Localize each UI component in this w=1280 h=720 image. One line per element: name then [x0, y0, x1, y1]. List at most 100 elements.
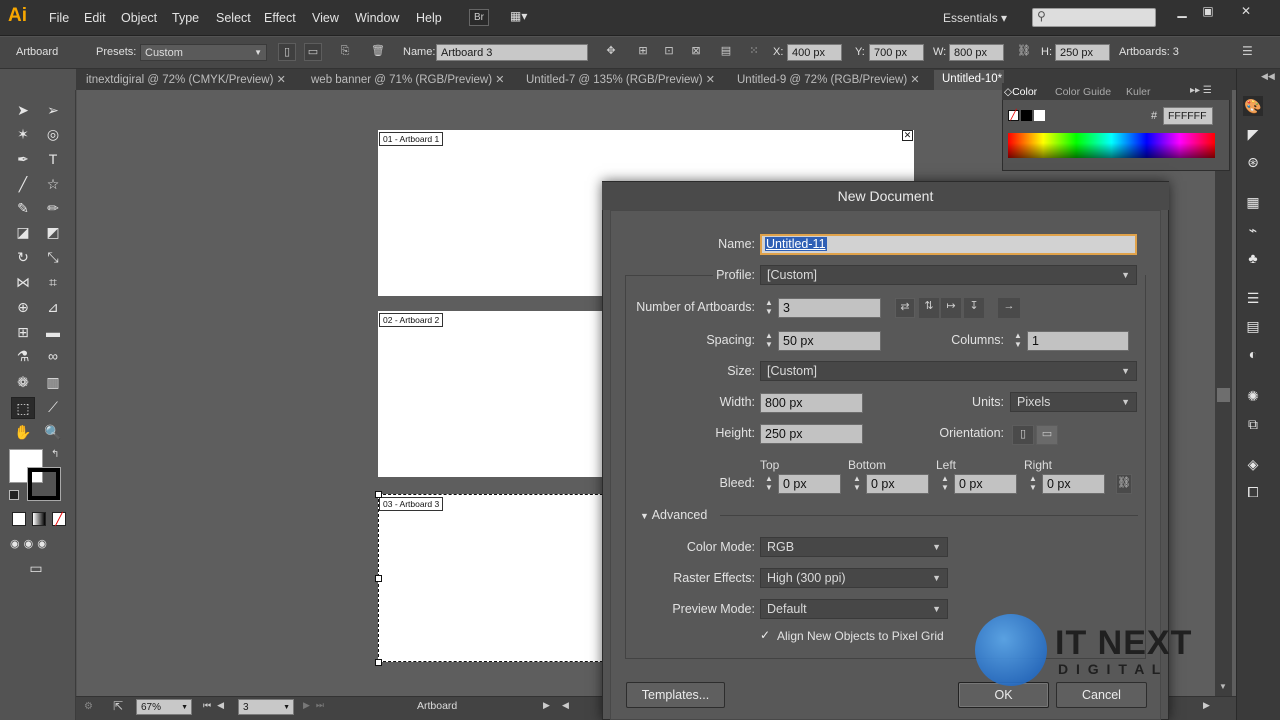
num-artboards-field[interactable]: 3 [778, 298, 881, 318]
artboard-name-field[interactable]: Artboard 3 [436, 44, 588, 61]
symbol-sprayer-tool-icon[interactable]: ❁ [13, 372, 33, 392]
reference-point-icon[interactable]: ⁙ [745, 43, 763, 61]
document-name-field[interactable]: Untitled-11 [760, 234, 1137, 255]
free-transform-tool-icon[interactable]: ⌗ [43, 272, 63, 292]
close-icon[interactable]: ✕ [277, 74, 286, 86]
export-icon[interactable]: ⇱ [113, 699, 123, 713]
cancel-button[interactable]: Cancel [1056, 682, 1147, 708]
scroll-down-icon[interactable]: ▼ [1219, 682, 1227, 691]
gradient-tool-icon[interactable]: ▬ [43, 322, 63, 342]
arrange-by-column-icon[interactable]: ↧ [964, 298, 984, 318]
panel-menu-icon[interactable]: ☰ [1242, 44, 1253, 58]
grid-by-row-icon[interactable]: ⇄ [895, 298, 915, 318]
stepper-icon[interactable]: ▲ ▼ [1011, 331, 1025, 351]
symbols-panel-icon[interactable]: ♣ [1243, 248, 1263, 268]
screen-mode-icon[interactable]: ▭ [26, 558, 46, 578]
white-swatch[interactable] [1034, 110, 1045, 121]
artboard-options-icon[interactable]: ▤ [717, 43, 735, 61]
settings-icon[interactable]: ⚙ [84, 701, 93, 712]
zoom-field[interactable]: 67% ▼ [136, 699, 192, 715]
artboard-close-icon[interactable]: ✕ [902, 130, 913, 141]
raster-effects-dropdown[interactable]: High (300 ppi) ▼ [760, 568, 948, 588]
transparency-panel-icon[interactable]: ◐ [1243, 344, 1263, 364]
w-field[interactable]: 800 px [949, 44, 1004, 61]
close-icon[interactable]: ✕ [706, 74, 715, 86]
mesh-tool-icon[interactable]: ⊞ [13, 322, 33, 342]
star-tool-icon[interactable]: ☆ [43, 174, 63, 194]
perspective-grid-tool-icon[interactable]: ⊿ [43, 297, 63, 317]
presets-dropdown[interactable]: Custom ▼ [140, 44, 267, 61]
artboards-panel-icon[interactable]: ⧠ [1243, 482, 1263, 502]
eyedropper-tool-icon[interactable]: ⚗ [13, 346, 33, 366]
menu-view[interactable]: View [312, 11, 339, 25]
hex-field[interactable]: FFFFFF [1163, 107, 1213, 125]
scroll-right-icon[interactable]: ▶ [1203, 700, 1210, 711]
show-cross-hairs-icon[interactable]: ⊡ [660, 43, 678, 61]
slice-tool-icon[interactable]: ⟋ [43, 397, 63, 417]
tab-document[interactable]: itnextdigiral @ 72% (CMYK/Preview) ✕ [86, 73, 286, 86]
scroll-left-icon[interactable]: ◀ [562, 700, 569, 711]
stepper-icon[interactable]: ▲ ▼ [938, 474, 952, 494]
bleed-top-field[interactable]: 0 px [778, 474, 841, 494]
draw-modes-icon[interactable]: ◉◉◉ [10, 534, 68, 554]
landscape-icon[interactable]: ▭ [1036, 425, 1058, 445]
right-to-left-icon[interactable]: → [998, 298, 1020, 318]
swap-fill-stroke-icon[interactable]: ↰ [51, 449, 59, 460]
tab-document[interactable]: Untitled-7 @ 135% (RGB/Preview) ✕ [526, 73, 715, 86]
landscape-icon[interactable]: ▭ [304, 43, 322, 61]
color-panel-icon[interactable]: 🎨 [1243, 96, 1263, 116]
menu-type[interactable]: Type [172, 11, 199, 25]
search-input[interactable]: ⚲ [1032, 8, 1156, 27]
graph-tool-icon[interactable]: ▥ [43, 372, 63, 392]
scale-tool-icon[interactable]: ⤡ [43, 247, 63, 267]
portrait-icon[interactable]: ▯ [278, 43, 296, 61]
minimize-icon[interactable]: ▁ [1172, 4, 1192, 20]
paintbrush-tool-icon[interactable]: ✎ [13, 198, 33, 218]
default-fill-stroke-icon[interactable] [9, 490, 19, 500]
pen-tool-icon[interactable]: ✒ [13, 149, 33, 169]
black-swatch[interactable] [1021, 110, 1032, 121]
graphic-styles-panel-icon[interactable]: ⧉ [1243, 414, 1263, 434]
resize-handle[interactable] [375, 491, 382, 498]
gradient-panel-icon[interactable]: ▤ [1243, 316, 1263, 336]
tab-color-guide[interactable]: Color Guide [1055, 86, 1111, 98]
tab-document[interactable]: web banner @ 71% (RGB/Preview) ✕ [311, 73, 504, 86]
close-icon[interactable]: ✕ [910, 74, 919, 86]
rotate-tool-icon[interactable]: ↻ [13, 247, 33, 267]
bleed-right-field[interactable]: 0 px [1042, 474, 1105, 494]
color-guide-panel-icon[interactable]: ◤ [1243, 124, 1263, 144]
advanced-toggle[interactable]: ▼ Advanced [640, 508, 707, 522]
stepper-icon[interactable]: ▲ ▼ [762, 298, 776, 318]
move-with-artboard-icon[interactable]: ✥ [602, 43, 620, 61]
menu-object[interactable]: Object [121, 11, 157, 25]
none-mode-icon[interactable]: ╱ [52, 512, 66, 526]
layers-panel-icon[interactable]: ◈ [1243, 454, 1263, 474]
new-artboard-icon[interactable]: ⎘ [336, 43, 354, 61]
tab-document-active[interactable]: Untitled-10* @ 67% (RGB/Preview) [934, 70, 1004, 90]
menu-effect[interactable]: Effect [264, 11, 296, 25]
menu-select[interactable]: Select [216, 11, 251, 25]
brushes-panel-icon[interactable]: ⌁ [1243, 220, 1263, 240]
selection-tool-icon[interactable]: ➤ [13, 100, 33, 120]
height-field[interactable]: 250 px [760, 424, 863, 444]
profile-dropdown[interactable]: [Custom] ▼ [760, 265, 1137, 285]
stroke-swatch[interactable] [27, 467, 61, 501]
artboard-number-field[interactable]: 3 ▼ [238, 699, 294, 715]
resize-handle[interactable] [375, 659, 382, 666]
scroll-thumb[interactable] [1217, 388, 1230, 402]
grid-by-column-icon[interactable]: ⇅ [919, 298, 939, 318]
color-spectrum[interactable] [1008, 133, 1215, 158]
artboard-nav-prev-icon[interactable]: ⏮◀ [203, 700, 230, 711]
stepper-icon[interactable]: ▲ ▼ [762, 474, 776, 494]
tab-document[interactable]: Untitled-9 @ 72% (RGB/Preview) ✕ [737, 73, 920, 86]
type-tool-icon[interactable]: T [43, 149, 63, 169]
trash-icon[interactable]: 🗑 [369, 43, 387, 61]
templates-button[interactable]: Templates... [626, 682, 725, 708]
close-icon[interactable]: ✕ [495, 74, 504, 86]
eraser-tool-icon[interactable]: ◩ [43, 222, 63, 242]
pencil-tool-icon[interactable]: ✏ [43, 198, 63, 218]
bridge-button[interactable]: Br [469, 9, 489, 26]
stepper-icon[interactable]: ▲ ▼ [850, 474, 864, 494]
link-icon[interactable]: ⛓ [1116, 474, 1132, 494]
link-icon[interactable]: ⛓ [1015, 43, 1033, 61]
